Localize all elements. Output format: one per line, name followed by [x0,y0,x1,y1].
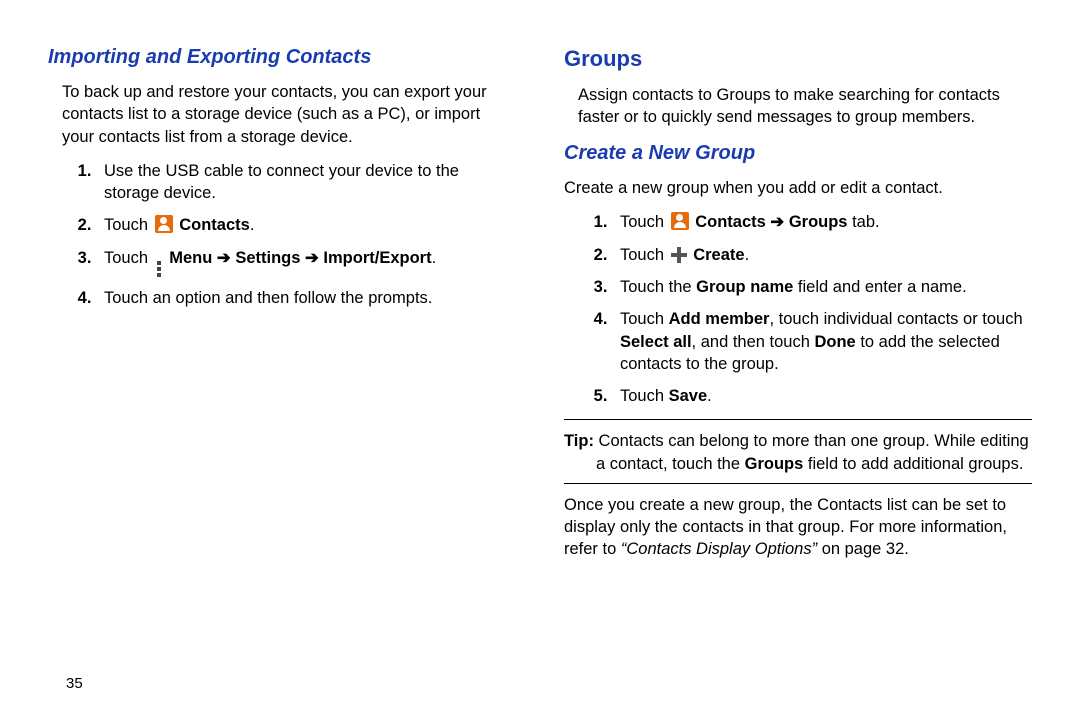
cg4-f: Done [814,333,855,351]
after-c: on page 32. [817,540,909,558]
cg-step-2: Touch Create. [612,244,1032,266]
divider [564,483,1032,484]
tip-label: Tip: [564,432,594,450]
steps-import-export: Use the USB cable to connect your device… [48,160,516,309]
arrow-icon: ➔ [212,249,235,267]
cg1-touch: Touch [620,213,669,231]
plus-icon [671,247,687,263]
cg-step-1: Touch Contacts ➔ Groups tab. [612,211,1032,233]
cg3-a: Touch the [620,278,696,296]
step-1: Use the USB cable to connect your device… [96,160,516,205]
cg4-d: Select all [620,333,692,351]
contacts-icon [155,215,173,233]
step-3-end: . [432,249,437,267]
heading-import-export: Importing and Exporting Contacts [48,44,516,71]
arrow-icon: ➔ [300,249,323,267]
step-3-ie: Import/Export [323,249,431,267]
arrow-icon: ➔ [766,213,789,231]
cg2-touch: Touch [620,246,669,264]
step-3-touch: Touch [104,249,153,267]
menu-icon [157,261,161,277]
after-b: “Contacts Display Options” [621,540,817,558]
page-container: Importing and Exporting Contacts To back… [0,0,1080,720]
tip-b: Groups [745,455,804,473]
cg4-e: , and then touch [692,333,815,351]
cg-step-3: Touch the Group name field and enter a n… [612,276,1032,298]
tip-block: Tip: Contacts can belong to more than on… [564,430,1032,475]
cg-step-5: Touch Save. [612,385,1032,407]
cg5-c: . [707,387,712,405]
intro-groups: Assign contacts to Groups to make search… [564,84,1032,129]
step-3: Touch Menu ➔ Settings ➔ Import/Export. [96,247,516,277]
right-column: Groups Assign contacts to Groups to make… [564,44,1032,700]
cg5-a: Touch [620,387,669,405]
heading-groups: Groups [564,44,1032,74]
after-note: Once you create a new group, the Contact… [564,494,1032,561]
cg1-tab: tab. [847,213,879,231]
step-2: Touch Contacts. [96,214,516,236]
contacts-icon [671,212,689,230]
divider [564,419,1032,420]
cg1-groups: Groups [789,213,848,231]
cg2-create: Create [693,246,744,264]
left-column: Importing and Exporting Contacts To back… [48,44,516,700]
cg4-a: Touch [620,310,669,328]
cg3-c: field and enter a name. [793,278,966,296]
cg5-b: Save [669,387,708,405]
step-2-end: . [250,216,255,234]
step-3-menu: Menu [169,249,212,267]
intro-import-export: To back up and restore your contacts, yo… [48,81,516,148]
cg1-contacts: Contacts [695,213,766,231]
step-3-settings: Settings [235,249,300,267]
step-4: Touch an option and then follow the prom… [96,287,516,309]
steps-create-group: Touch Contacts ➔ Groups tab. Touch Creat… [564,211,1032,407]
cg2-end: . [745,246,750,264]
tip-c: field to add additional groups. [803,455,1023,473]
cg4-b: Add member [669,310,770,328]
cg3-b: Group name [696,278,793,296]
intro-create-group: Create a new group when you add or edit … [564,177,1032,199]
step-2-touch: Touch [104,216,153,234]
cg4-c: , touch individual contacts or touch [769,310,1022,328]
step-2-contacts: Contacts [179,216,250,234]
heading-create-group: Create a New Group [564,140,1032,167]
cg-step-4: Touch Add member, touch individual conta… [612,308,1032,375]
page-number: 35 [66,675,83,692]
